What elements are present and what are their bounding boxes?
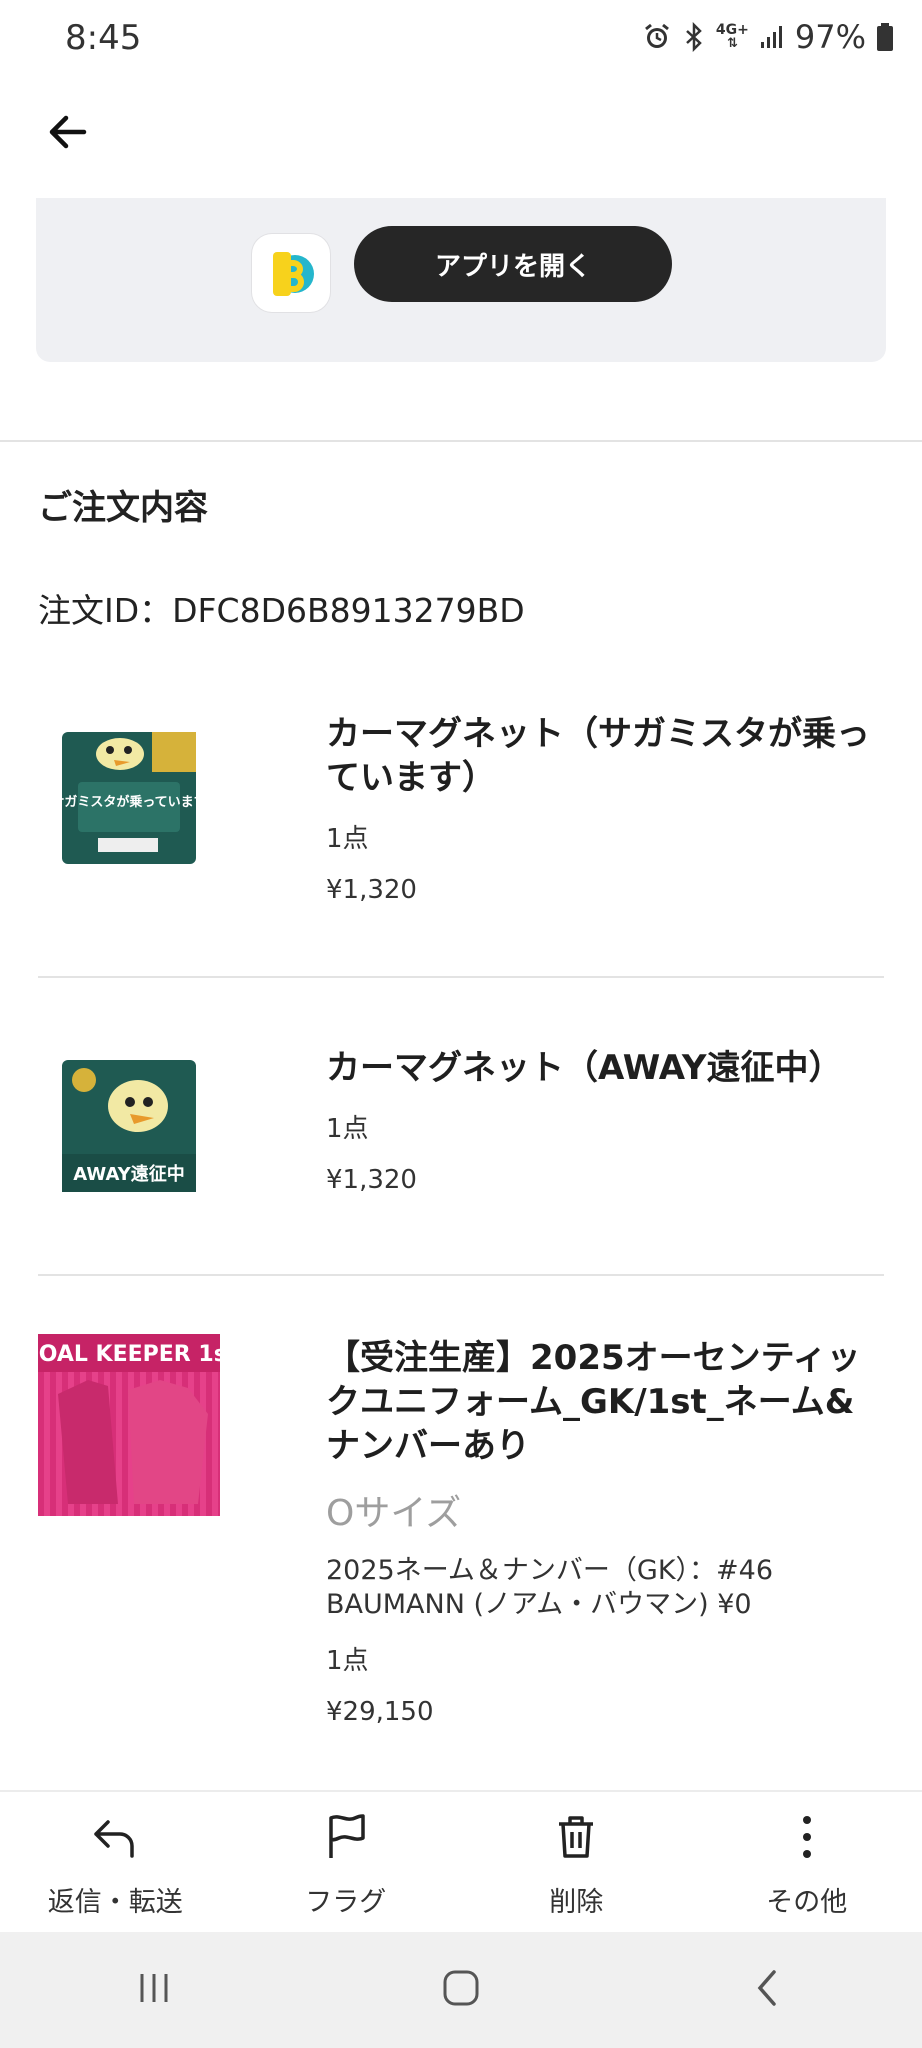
arrow-left-icon bbox=[49, 115, 87, 149]
item-thumbnail: サガミスタが乗っています bbox=[38, 698, 220, 880]
flag-icon bbox=[329, 1814, 365, 1858]
item-quantity: 1点 bbox=[326, 824, 369, 854]
bluetooth-icon bbox=[682, 22, 706, 52]
item-name: カーマグネット（サガミスタが乗っています） bbox=[326, 714, 870, 798]
back-icon[interactable] bbox=[746, 1966, 790, 2014]
network-type-label: 4G+ bbox=[715, 22, 749, 38]
status-bar: 8:45 4G+ ⇅ 97% bbox=[0, 0, 922, 80]
order-item[interactable]: サガミスタが乗っています カーマグネット（サガミスタが乗っています） 1点 ¥1… bbox=[38, 694, 884, 934]
flag-button[interactable]: フラグ bbox=[231, 1792, 462, 1932]
item-thumbnail: GOAL KEEPER 1st bbox=[21, 1334, 238, 1516]
order-item[interactable]: GOAL KEEPER 1st 【受注生産】2025オーセンティックユニフォーム… bbox=[21, 1334, 884, 1754]
item-price: ¥29,150 bbox=[326, 1697, 434, 1727]
section-divider bbox=[0, 440, 922, 442]
order-section-title: ご注文内容 bbox=[38, 488, 208, 528]
order-item[interactable]: AWAY遠征中 カーマグネット（AWAY遠征中） 1点 ¥1,320 bbox=[38, 1026, 884, 1246]
home-icon[interactable] bbox=[439, 1966, 483, 2014]
item-name: カーマグネット（AWAY遠征中） bbox=[326, 1048, 843, 1088]
item-divider bbox=[38, 976, 884, 978]
reply-forward-button[interactable]: 返信・転送 bbox=[0, 1792, 231, 1932]
thumb-text: AWAY遠征中 bbox=[73, 1163, 184, 1185]
delete-button[interactable]: 削除 bbox=[461, 1792, 692, 1932]
item-thumbnail: AWAY遠征中 bbox=[38, 1026, 220, 1208]
app-banner: アプリを開く bbox=[36, 198, 886, 362]
open-app-button[interactable]: アプリを開く bbox=[354, 226, 672, 302]
item-price: ¥1,320 bbox=[326, 875, 417, 905]
system-nav-bar bbox=[0, 1932, 922, 2048]
thumb-text: GOAL KEEPER 1st bbox=[38, 1342, 220, 1367]
item-size: Oサイズ bbox=[326, 1493, 462, 1534]
network-4g-icon: 4G+ ⇅ bbox=[715, 22, 749, 51]
trash-icon bbox=[559, 1816, 594, 1858]
status-time: 8:45 bbox=[65, 18, 142, 58]
signal-icon bbox=[759, 24, 785, 50]
bottom-toolbar: 返信・転送 フラグ 削除 その他 bbox=[0, 1790, 922, 1932]
battery-icon bbox=[876, 22, 894, 52]
item-option: 2025ネーム＆ナンバー（GK）：#46 BAUMANN (ノアム・バウマン) … bbox=[326, 1555, 774, 1620]
flag-label: フラグ bbox=[305, 1887, 387, 1918]
recent-apps-icon[interactable] bbox=[132, 1966, 176, 2014]
reply-icon bbox=[94, 1820, 134, 1858]
app-logo-icon[interactable] bbox=[252, 234, 330, 312]
more-button[interactable]: その他 bbox=[692, 1792, 922, 1932]
thumb-text: サガミスタが乗っています bbox=[51, 794, 206, 810]
more-vertical-icon bbox=[802, 1816, 811, 1858]
alarm-icon bbox=[642, 22, 672, 52]
item-quantity: 1点 bbox=[326, 1646, 369, 1676]
battery-percent: 97% bbox=[794, 18, 866, 56]
status-icons: 4G+ ⇅ 97% bbox=[642, 18, 894, 56]
item-divider bbox=[38, 1274, 884, 1276]
back-button[interactable] bbox=[40, 104, 96, 160]
item-quantity: 1点 bbox=[326, 1114, 369, 1144]
item-name: 【受注生産】2025オーセンティックユニフォーム_GK/1st_ネーム&ナンバー… bbox=[326, 1338, 861, 1466]
more-label: その他 bbox=[766, 1887, 848, 1918]
reply-forward-label: 返信・転送 bbox=[47, 1887, 183, 1918]
item-price: ¥1,320 bbox=[326, 1165, 417, 1195]
order-id: 注文ID：DFC8D6B8913279BD bbox=[38, 591, 525, 630]
delete-label: 削除 bbox=[549, 1887, 604, 1918]
